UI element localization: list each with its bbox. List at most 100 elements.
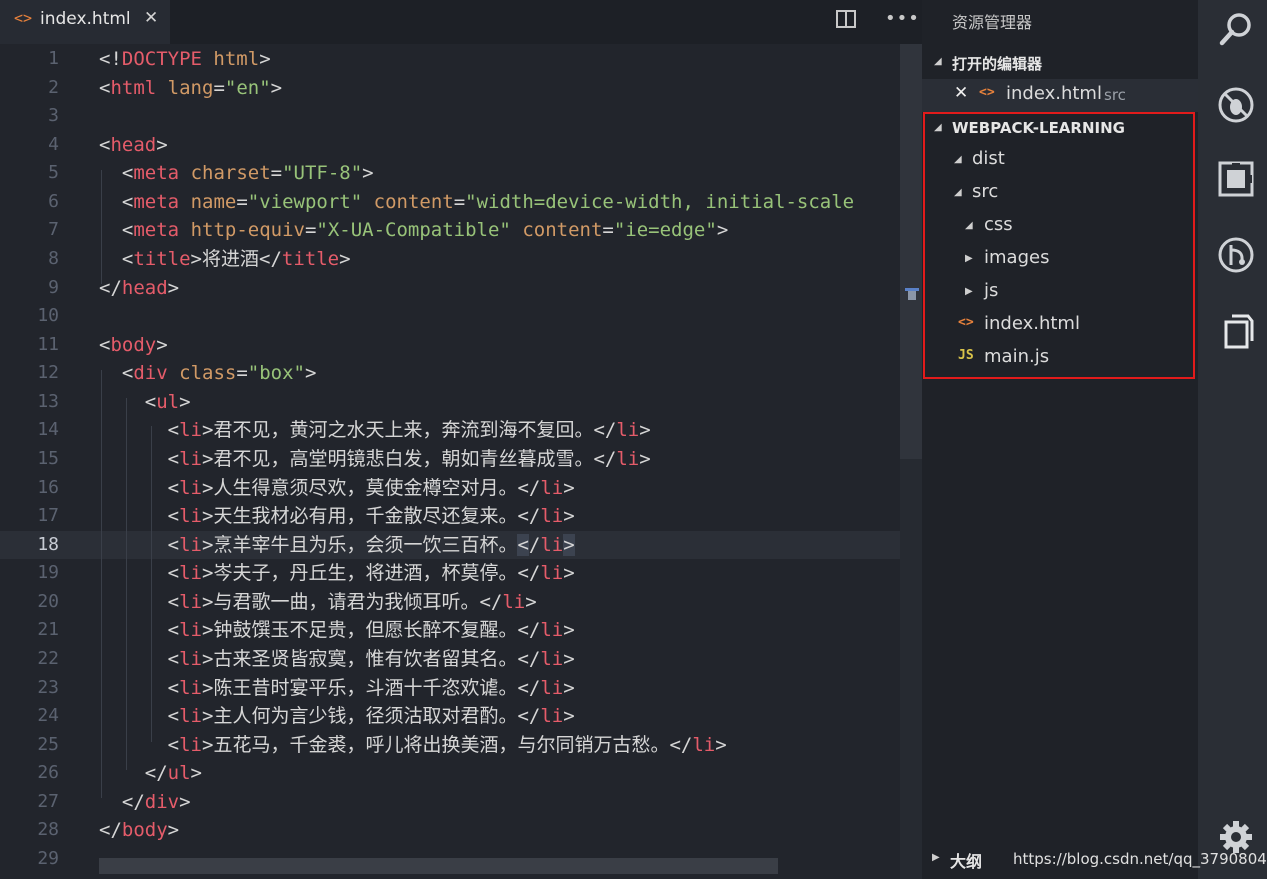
code-text: <meta charset="UTF-8"> [121,162,374,185]
code-text: <li>岑夫子，丹丘生，将进酒，杯莫停。</li> [167,562,575,585]
code-line[interactable]: 8 <title>将进酒</title> [0,245,922,273]
code-line[interactable]: 7 <meta http-equiv="X-UA-Compatible" con… [0,216,922,244]
line-number: 11 [37,333,59,355]
code-text: <head> [99,133,168,156]
html-file-icon: <> [14,9,33,27]
tab-label: index.html [40,9,131,29]
line-number: 14 [37,419,59,441]
line-number: 21 [37,619,59,641]
code-line[interactable]: 10 [0,302,922,330]
code-line[interactable]: 19 <li>岑夫子，丹丘生，将进酒，杯莫停。</li> [0,559,922,587]
code-line[interactable]: 9 </head> [0,274,922,302]
code-text: </div> [121,790,191,813]
line-number: 10 [37,305,59,327]
code-line[interactable]: 28 </body> [0,816,922,844]
code-line[interactable]: 26 </ul> [0,759,922,787]
code-text: <title>将进酒</title> [121,247,351,270]
code-line[interactable]: 24 <li>主人何为言少钱，径须沽取对君酌。</li> [0,702,922,730]
code-line[interactable]: 25 <li>五花马，千金裘，呼儿将出换美酒，与尔同销万古愁。</li> [0,731,922,759]
scrollbar-cursor-marker [908,291,916,300]
code-line[interactable]: 17 <li>天生我材必有用，千金散尽还复来。</li> [0,502,922,530]
code-text: <!DOCTYPE html> [99,48,271,70]
indent-guide [126,398,127,770]
code-line[interactable]: 5 <meta charset="UTF-8"> [0,159,922,187]
code-line[interactable]: 14 <li>君不见，黄河之水天上来，奔流到海不复回。</li> [0,416,922,444]
line-number: 27 [37,790,59,812]
code-line[interactable]: 18 <li>烹羊宰牛且为乐，会须一饮三百杯。</li> [0,530,922,559]
code-line[interactable]: 20 <li>与君歌一曲，请君为我倾耳听。</li> [0,588,922,616]
chevron-right-icon: ▶ [932,852,940,863]
debug-icon[interactable] [1217,86,1255,124]
line-number: 24 [37,705,59,727]
outline-section: ▶ 大纲 https://blog.csdn.net/qq_37908043 [922,840,1267,879]
code-line[interactable]: 11 <body> [0,331,922,359]
close-editor-icon[interactable]: ✕ [954,83,968,103]
line-number: 19 [37,562,59,584]
line-number: 8 [48,247,59,269]
code-text: <li>五花马，千金裘，呼儿将出换美酒，与尔同销万古愁。</li> [167,733,727,756]
code-text: </head> [99,276,180,299]
code-line[interactable]: 16 <li>人生得意须尽欢，莫使金樽空对月。</li> [0,474,922,502]
line-number: 23 [37,676,59,698]
line-number: 29 [37,847,59,869]
code-line[interactable]: 23 <li>陈王昔时宴平乐，斗酒十千恣欢谑。</li> [0,674,922,702]
split-editor-icon[interactable] [836,10,856,28]
vertical-scrollbar-thumb[interactable] [900,44,922,459]
code-text: <li>陈王昔时宴平乐，斗酒十千恣欢谑。</li> [167,676,575,699]
line-number: 13 [37,390,59,412]
explorer-icon[interactable] [1217,312,1255,350]
code-line[interactable]: 3 [0,102,922,130]
line-number: 7 [48,219,59,241]
line-number: 17 [37,505,59,527]
section-open-editors[interactable]: ◢ 打开的编辑器 [922,53,1198,77]
code-line[interactable]: 22 <li>古来圣贤皆寂寞，惟有饮者留其名。</li> [0,645,922,673]
open-editor-filename: index.html [1006,83,1102,104]
code-line[interactable]: 6 <meta name="viewport" content="width=d… [0,188,922,216]
code-line[interactable]: 2 <html lang="en"> [0,74,922,102]
code-text: <meta http-equiv="X-UA-Compatible" conte… [121,219,729,242]
line-number: 4 [48,133,59,155]
code-line[interactable]: 4 <head> [0,131,922,159]
activity-bar [1198,0,1267,879]
open-editor-dir: src [1104,86,1126,104]
search-icon[interactable] [1217,10,1255,48]
code-text: <li>主人何为言少钱，径须沽取对君酌。</li> [167,705,575,728]
more-actions-icon[interactable]: ••• [885,8,920,29]
line-number: 5 [48,162,59,184]
tab-bar: <> index.html ✕ ••• [0,0,922,44]
line-number: 16 [37,476,59,498]
indent-guide [151,426,152,742]
code-editor[interactable]: 1 <!DOCTYPE html> 2 <html lang="en"> 3 4 <head… [0,44,922,879]
code-line[interactable]: 12 <div class="box"> [0,359,922,387]
line-number: 26 [37,762,59,784]
code-line[interactable]: 21 <li>钟鼓馔玉不足贵，但愿长醉不复醒。</li> [0,616,922,644]
code-line[interactable]: 15 <li>君不见，高堂明镜悲白发，朝如青丝暮成雪。</li> [0,445,922,473]
code-line[interactable]: 27 </div> [0,788,922,816]
horizontal-scrollbar-thumb[interactable] [99,858,778,874]
outline-label[interactable]: 大纲 [950,848,982,872]
open-editor-item[interactable]: ✕ <> index.html src [922,79,1198,112]
indent-guide [101,370,102,798]
close-tab-icon[interactable]: ✕ [144,8,158,28]
html-file-icon: <> [979,85,995,100]
source-control-icon[interactable] [1217,236,1255,274]
line-number: 18 [37,533,59,555]
extensions-icon[interactable] [1217,160,1255,198]
code-text: <li>君不见，高堂明镜悲白发，朝如青丝暮成雪。</li> [167,447,651,470]
line-number: 1 [48,48,59,69]
code-text: <li>君不见，黄河之水天上来，奔流到海不复回。</li> [167,419,651,442]
line-number: 3 [48,105,59,127]
code-text: <li>与君歌一曲，请君为我倾耳听。</li> [167,590,537,613]
code-text: <div class="box"> [121,362,317,385]
code-text: <li>古来圣贤皆寂寞，惟有饮者留其名。</li> [167,647,575,670]
tab-index-html[interactable]: <> index.html ✕ [0,0,170,44]
line-number: 22 [37,647,59,669]
code-text: <li>钟鼓馔玉不足贵，但愿长醉不复醒。</li> [167,619,575,642]
code-line[interactable]: 1 <!DOCTYPE html> [0,45,922,73]
code-text: <li>烹羊宰牛且为乐，会须一饮三百杯。</li> [167,533,575,556]
line-number: 20 [37,590,59,612]
code-line[interactable]: 13 <ul> [0,388,922,416]
line-number: 28 [37,819,59,841]
code-text: <body> [99,333,168,356]
code-text: <li>人生得意须尽欢，莫使金樽空对月。</li> [167,476,575,499]
